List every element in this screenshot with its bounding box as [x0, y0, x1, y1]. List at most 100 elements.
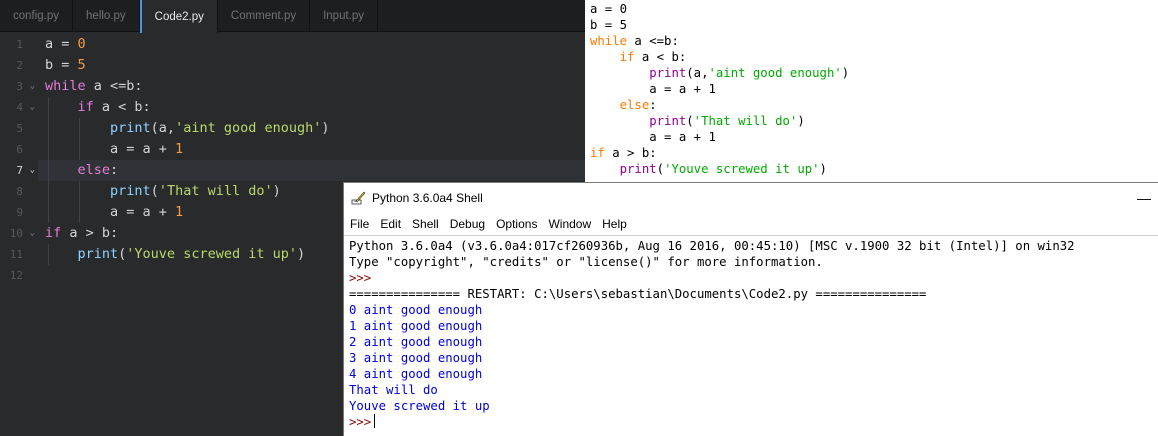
listing-token: 'Youve screwed it up' [664, 162, 820, 176]
line-number: 12 [0, 265, 38, 286]
listing-token: else [619, 98, 650, 112]
minimize-button[interactable]: — [1134, 186, 1154, 210]
code-token: else [77, 162, 111, 178]
listing-line: if a > b: [590, 145, 657, 161]
code-token: ) [296, 246, 306, 262]
code-line[interactable]: a = a + 1 [45, 139, 183, 160]
listing-token: if [619, 50, 635, 64]
code-token: a < b: [93, 99, 151, 115]
fold-arrow-icon[interactable]: ⌄ [30, 160, 35, 181]
line-number: 3 ⌄ [0, 76, 38, 97]
listing-token: 'That will do' [693, 114, 798, 128]
code-line[interactable]: a = 0 [45, 34, 86, 55]
listing-token: while [590, 34, 628, 48]
code-token: 5 [77, 57, 86, 73]
shell-input-prompt[interactable]: >>> [349, 414, 376, 430]
python-shell-window[interactable]: Python 3.6.0a4 Shell — File Edit Shell Debu… [343, 182, 1158, 436]
menu-window[interactable]: Window [548, 217, 591, 231]
tab-hello-py[interactable]: hello.py [73, 0, 140, 32]
shell-line: 3 aint good enough [349, 351, 483, 365]
code-token: ( [150, 183, 159, 199]
shell-line: That will do [349, 383, 438, 397]
listing-token: a > b: [604, 146, 657, 160]
listing-token: if [590, 146, 605, 160]
line-number-label: 1 [16, 38, 23, 51]
code-line[interactable]: print('That will do') [45, 181, 281, 202]
listing-token: print [649, 114, 687, 128]
shell-menu-bar: File Edit Shell Debug Options Window Help [344, 213, 1158, 235]
listing-token: ) [819, 162, 827, 176]
tab-code2-py[interactable]: Code2.py [139, 0, 218, 33]
tab-input-py[interactable]: Input.py [310, 0, 379, 32]
listing-line: print(a,'aint good enough') [590, 65, 849, 81]
line-number: 1 [0, 34, 38, 55]
shell-output-area[interactable]: Python 3.6.0a4 (v3.6.0a4:017cf260936b, A… [344, 235, 1158, 436]
tab-config-py[interactable]: config.py [0, 0, 74, 32]
listing-line: print('Youve screwed it up') [590, 161, 827, 177]
code-listing-panel: a = 0b = 5 while a <=b: if a < b: print(a… [585, 0, 1158, 183]
line-number-label: 10 [9, 227, 23, 240]
listing-token: (a, [686, 66, 709, 80]
code-token: : [110, 162, 119, 178]
listing-line: else: [590, 97, 657, 113]
listing-token: b = 5 [590, 18, 628, 32]
listing-token: : [649, 98, 657, 112]
shell-title-bar[interactable]: Python 3.6.0a4 Shell — [344, 183, 1158, 213]
code-line[interactable]: while a <=b: [45, 76, 143, 97]
menu-help[interactable]: Help [602, 217, 627, 231]
listing-line: print('That will do') [590, 113, 805, 129]
code-token: 'aint good enough' [175, 120, 322, 136]
fold-arrow-icon[interactable]: ⌄ [30, 223, 35, 244]
listing-token [590, 162, 620, 176]
code-token: while [45, 78, 86, 94]
listing-token [590, 98, 620, 112]
line-number: 7 ⌄ [0, 160, 38, 181]
code-token: 1 [175, 141, 184, 157]
line-number: 6 [0, 139, 38, 160]
prompt-text: >>> [349, 415, 372, 429]
shell-title: Python 3.6.0a4 Shell [372, 191, 483, 205]
code-line[interactable]: b = 5 [45, 55, 86, 76]
menu-debug[interactable]: Debug [450, 217, 485, 231]
listing-token: a <=b: [627, 34, 679, 48]
code-line[interactable]: a = a + 1 [45, 202, 183, 223]
line-number-label: 2 [16, 59, 23, 72]
line-number-label: 9 [16, 206, 23, 219]
listing-token: print [649, 66, 687, 80]
listing-token: 'aint good enough' [708, 66, 842, 80]
code-token: b = [45, 57, 78, 73]
code-token: ) [321, 120, 330, 136]
shell-line: 4 aint good enough [349, 367, 483, 381]
code-line[interactable]: else: [45, 160, 119, 181]
code-token: if [77, 99, 94, 115]
tab-bar: config.py hello.py Code2.py Comment.py Input… [0, 0, 585, 33]
code-token: a = [45, 36, 78, 52]
code-token: 'That will do' [158, 183, 273, 199]
shell-line: =============== RESTART: C:\Users\sebast… [349, 287, 927, 301]
code-token: 1 [175, 204, 184, 220]
listing-line: b = 5 [590, 17, 627, 33]
code-line[interactable]: print(a,'aint good enough') [45, 118, 330, 139]
code-line[interactable]: print('Youve screwed it up') [45, 244, 306, 265]
code-line[interactable]: if a < b: [45, 97, 151, 118]
listing-line: if a < b: [590, 49, 687, 65]
listing-token: ) [841, 66, 850, 80]
menu-edit[interactable]: Edit [380, 217, 401, 231]
line-number: 11 [0, 244, 38, 265]
line-number: 4 ⌄ [0, 97, 38, 118]
fold-arrow-icon[interactable]: ⌄ [30, 76, 35, 97]
menu-shell[interactable]: Shell [412, 217, 439, 231]
line-number-label: 11 [9, 248, 23, 261]
line-number-label: 7 [16, 164, 23, 177]
tab-comment-py[interactable]: Comment.py [218, 0, 311, 32]
listing-token [590, 66, 649, 80]
menu-file[interactable]: File [350, 217, 369, 231]
menu-options[interactable]: Options [496, 217, 537, 231]
fold-arrow-icon[interactable]: ⌄ [30, 97, 35, 118]
python-feather-icon [351, 191, 366, 205]
shell-line: Youve screwed it up [349, 399, 490, 413]
code-token: print [110, 120, 151, 136]
code-line[interactable]: if a > b: [45, 223, 118, 244]
shell-line: Type "copyright", "credits" or "license(… [349, 255, 823, 269]
